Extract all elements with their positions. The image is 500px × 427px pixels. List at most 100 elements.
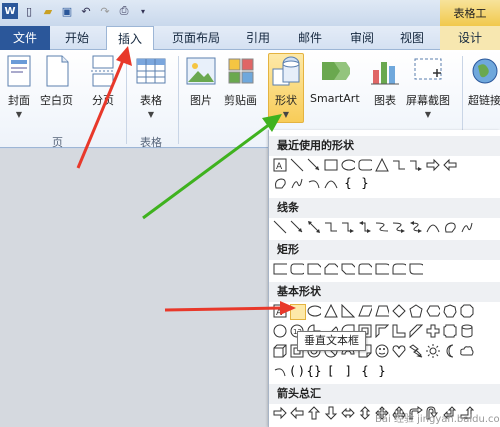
oval-icon[interactable] [307, 304, 321, 318]
rounded-rect-icon[interactable] [358, 158, 372, 172]
oval-icon[interactable] [341, 158, 355, 172]
triangle-icon[interactable] [324, 304, 338, 318]
right-arrow-icon[interactable] [426, 158, 440, 172]
down-arrow-icon[interactable] [324, 406, 338, 420]
left-arrow-icon[interactable] [443, 158, 457, 172]
cover-page-button[interactable]: 封面 ▼ [4, 54, 34, 119]
arc-icon[interactable] [273, 364, 287, 378]
hyperlink-button[interactable]: 超链接 [468, 54, 500, 108]
cloud-icon[interactable] [460, 344, 474, 358]
arrow-line-icon[interactable] [290, 220, 304, 234]
elbow-connector-icon[interactable] [392, 158, 406, 172]
right-bracket-icon[interactable]: ] [341, 364, 355, 378]
screenshot-button[interactable]: 屏幕截图 ▼ [406, 54, 450, 119]
arrow-line-icon[interactable] [307, 158, 321, 172]
left-right-arrow-icon[interactable] [341, 406, 355, 420]
cube-icon[interactable] [273, 344, 287, 358]
plaque-icon[interactable] [443, 324, 457, 338]
shapes-button[interactable]: 形状 ▼ [268, 53, 304, 123]
heptagon-icon[interactable] [443, 304, 457, 318]
decagon-icon[interactable] [273, 324, 287, 338]
round-diagonal-rect-icon[interactable] [409, 262, 423, 276]
scribble-icon[interactable] [460, 220, 474, 234]
l-shape-icon[interactable] [392, 324, 406, 338]
rectangle-icon[interactable] [324, 158, 338, 172]
curve-icon[interactable] [426, 220, 440, 234]
scribble-icon[interactable] [290, 176, 304, 190]
curved-connector-icon[interactable] [375, 220, 389, 234]
curved-double-arrow-icon[interactable] [409, 220, 423, 234]
rectangle-icon[interactable] [273, 262, 287, 276]
clip-art-button[interactable]: 剪贴画 [224, 54, 257, 108]
double-brace-icon[interactable]: {} [306, 364, 321, 378]
pentagon-icon[interactable] [409, 304, 423, 318]
half-frame-icon[interactable] [375, 324, 389, 338]
snip-diagonal-rect-icon[interactable] [341, 262, 355, 276]
redo-icon[interactable]: ↷ [97, 3, 113, 19]
double-arrow-line-icon[interactable] [307, 220, 321, 234]
can-icon[interactable] [460, 324, 474, 338]
text-box-icon[interactable]: A [273, 158, 287, 172]
hexagon-icon[interactable] [426, 304, 440, 318]
round-corner-rect-icon[interactable] [375, 262, 389, 276]
tab-file[interactable]: 文件 [0, 26, 50, 50]
diamond-icon[interactable] [392, 304, 406, 318]
chart-button[interactable]: 图表 [370, 54, 400, 108]
diagonal-stripe-icon[interactable] [409, 324, 423, 338]
tab-page-layout[interactable]: 页面布局 [160, 26, 232, 50]
up-arrow-icon[interactable] [307, 406, 321, 420]
tab-references[interactable]: 引用 [236, 26, 280, 50]
tab-home[interactable]: 开始 [52, 26, 102, 50]
elbow-arrow-icon[interactable] [409, 158, 423, 172]
right-arrow-icon[interactable] [273, 406, 287, 420]
right-brace-icon[interactable]: } [358, 176, 372, 190]
page-break-button[interactable]: 分页 [88, 54, 118, 108]
freeform-icon[interactable] [273, 176, 287, 190]
blank-page-button[interactable]: 空白页 [40, 54, 73, 108]
lightning-bolt-icon[interactable] [409, 344, 423, 358]
up-down-arrow-icon[interactable] [358, 406, 372, 420]
elbow-arrow-icon[interactable] [341, 220, 355, 234]
open-folder-icon[interactable]: ▰ [40, 3, 56, 19]
left-brace-icon[interactable]: { [341, 176, 355, 190]
word-icon[interactable]: W [2, 3, 18, 19]
right-brace-icon[interactable]: } [375, 364, 389, 378]
snip-corner-rect-icon[interactable] [307, 262, 321, 276]
undo-icon[interactable]: ↶ [78, 3, 94, 19]
tab-review[interactable]: 审阅 [340, 26, 384, 50]
tab-design[interactable]: 设计 [440, 26, 500, 50]
double-bracket-icon[interactable]: ( ) [290, 364, 304, 378]
tab-insert[interactable]: 插入 [106, 26, 154, 51]
customize-qat-icon[interactable]: ▾ [135, 3, 151, 19]
right-triangle-icon[interactable] [341, 304, 355, 318]
left-arrow-icon[interactable] [290, 406, 304, 420]
heart-icon[interactable] [392, 344, 406, 358]
sun-icon[interactable] [426, 344, 440, 358]
snip-round-rect-icon[interactable] [358, 262, 372, 276]
arc-icon[interactable] [307, 176, 321, 190]
text-box-icon[interactable]: A [273, 304, 287, 318]
left-bracket-icon[interactable]: [ [324, 364, 338, 378]
left-brace-icon[interactable]: { [358, 364, 372, 378]
curve-icon[interactable] [324, 176, 338, 190]
save-icon[interactable]: ▣ [59, 3, 75, 19]
parallelogram-icon[interactable] [358, 304, 372, 318]
triangle-icon[interactable] [375, 158, 389, 172]
elbow-double-arrow-icon[interactable] [358, 220, 372, 234]
elbow-connector-icon[interactable] [324, 220, 338, 234]
table-button[interactable]: 表格 ▼ [136, 54, 166, 119]
freeform-icon[interactable] [443, 220, 457, 234]
tab-mailings[interactable]: 邮件 [286, 26, 334, 50]
smartart-button[interactable]: SmartArt [310, 54, 360, 105]
smiley-face-icon[interactable] [375, 344, 389, 358]
curved-arrow-icon[interactable] [392, 220, 406, 234]
line-icon[interactable] [273, 220, 287, 234]
tab-view[interactable]: 视图 [390, 26, 434, 50]
document-area[interactable] [0, 149, 268, 427]
cross-icon[interactable] [426, 324, 440, 338]
trapezoid-icon[interactable] [375, 304, 389, 318]
picture-button[interactable]: 图片 [186, 54, 216, 108]
rounded-rect-icon[interactable] [290, 262, 304, 276]
line-icon[interactable] [290, 158, 304, 172]
round-two-corner-rect-icon[interactable] [392, 262, 406, 276]
